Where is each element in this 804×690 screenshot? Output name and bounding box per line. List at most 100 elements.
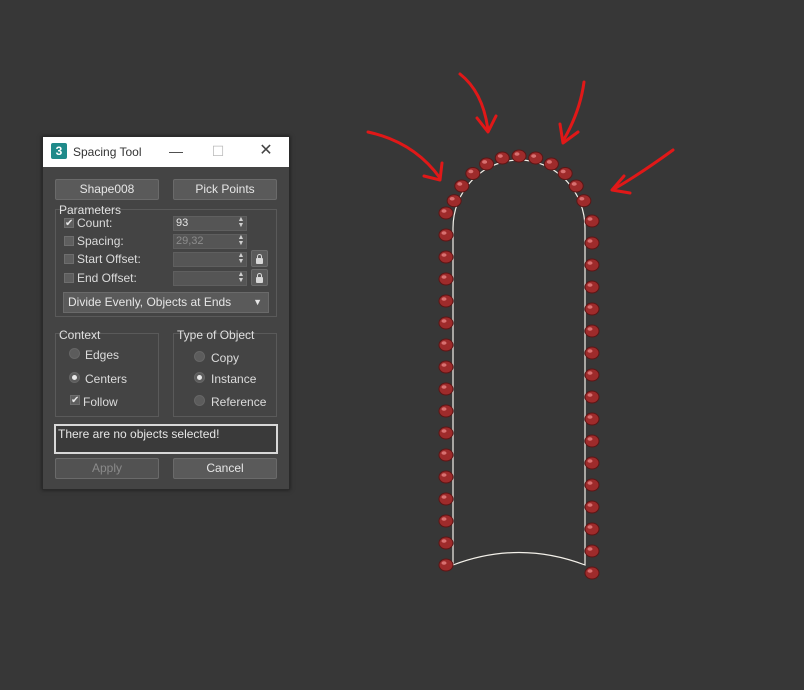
bead bbox=[584, 566, 600, 580]
copy-label: Copy bbox=[211, 351, 240, 365]
spinner-arrows-icon[interactable]: ▲ ▼ bbox=[237, 252, 245, 266]
apply-button[interactable]: Apply bbox=[55, 458, 159, 479]
bead bbox=[584, 368, 600, 382]
edges-radio[interactable] bbox=[69, 348, 80, 359]
bead bbox=[584, 456, 600, 470]
bead-highlight bbox=[587, 525, 593, 529]
pick-points-button[interactable]: Pick Points bbox=[173, 179, 277, 200]
bead bbox=[438, 536, 454, 550]
spinner-arrows-icon[interactable]: ▲ ▼ bbox=[237, 234, 245, 248]
bead bbox=[584, 258, 600, 272]
bead-highlight bbox=[587, 503, 593, 507]
bead bbox=[584, 324, 600, 338]
bead-highlight bbox=[571, 182, 577, 186]
spinner-arrows-icon[interactable]: ▲ ▼ bbox=[237, 216, 245, 230]
bead-highlight bbox=[531, 154, 537, 158]
bead-highlight bbox=[497, 154, 503, 158]
spacing-label: Spacing: bbox=[77, 234, 124, 248]
cancel-button[interactable]: Cancel bbox=[173, 458, 277, 479]
bead bbox=[584, 346, 600, 360]
minimize-icon[interactable]: — bbox=[165, 141, 187, 161]
start-offset-checkbox[interactable] bbox=[64, 254, 74, 264]
bead bbox=[438, 294, 454, 308]
parameters-title: Parameters bbox=[59, 203, 122, 217]
bead-highlight bbox=[441, 363, 447, 367]
bead bbox=[438, 382, 454, 396]
reference-radio[interactable] bbox=[194, 395, 205, 406]
bead bbox=[576, 194, 592, 208]
title-bar[interactable]: 3 Spacing Tool — ☐ ✕ bbox=[43, 137, 289, 167]
type-of-object-title: Type of Object bbox=[177, 328, 255, 342]
bead bbox=[438, 470, 454, 484]
end-offset-checkbox[interactable] bbox=[64, 273, 74, 283]
start-offset-lock-icon[interactable] bbox=[251, 250, 268, 267]
spinner-arrows-icon[interactable]: ▲ ▼ bbox=[237, 271, 245, 285]
bead-highlight bbox=[587, 437, 593, 441]
end-offset-spinner[interactable]: ▲ ▼ bbox=[173, 271, 247, 286]
bead bbox=[584, 478, 600, 492]
spacing-checkbox[interactable] bbox=[64, 236, 74, 246]
bead bbox=[584, 236, 600, 250]
bead-highlight bbox=[441, 561, 447, 565]
centers-radio[interactable] bbox=[69, 372, 80, 383]
follow-checkbox[interactable]: ✔ bbox=[70, 395, 80, 406]
spacing-value: 29,32 bbox=[176, 235, 204, 247]
bead bbox=[584, 280, 600, 294]
bead-highlight bbox=[441, 451, 447, 455]
count-spinner[interactable]: 93 ▲ ▼ bbox=[173, 216, 247, 231]
dialog-title: Spacing Tool bbox=[73, 145, 142, 159]
arrow-2 bbox=[458, 72, 498, 134]
bead bbox=[479, 157, 495, 171]
bead-highlight bbox=[457, 182, 463, 186]
instance-radio[interactable] bbox=[194, 372, 205, 383]
end-offset-label: End Offset: bbox=[77, 271, 137, 285]
bead-highlight bbox=[441, 385, 447, 389]
arrow-3 bbox=[558, 80, 586, 145]
bead bbox=[438, 316, 454, 330]
close-icon[interactable]: ✕ bbox=[255, 141, 277, 161]
bead bbox=[584, 412, 600, 426]
bead bbox=[584, 214, 600, 228]
spacing-tool-dialog: 3 Spacing Tool — ☐ ✕ Shape008 Pick Point… bbox=[42, 136, 290, 490]
bead bbox=[568, 179, 584, 193]
bead-highlight bbox=[482, 160, 488, 164]
bead-highlight bbox=[441, 473, 447, 477]
bead bbox=[584, 302, 600, 316]
bead bbox=[438, 404, 454, 418]
bead-highlight bbox=[587, 327, 593, 331]
bead-highlight bbox=[441, 209, 447, 213]
bead bbox=[446, 194, 462, 208]
copy-radio[interactable] bbox=[194, 351, 205, 362]
maximize-icon[interactable]: ☐ bbox=[207, 141, 229, 161]
start-offset-spinner[interactable]: ▲ ▼ bbox=[173, 252, 247, 267]
bead bbox=[438, 514, 454, 528]
context-title: Context bbox=[59, 328, 101, 342]
bead bbox=[465, 166, 481, 180]
bead-highlight bbox=[441, 297, 447, 301]
bead-highlight bbox=[587, 459, 593, 463]
bead bbox=[438, 492, 454, 506]
bead-highlight bbox=[441, 407, 447, 411]
bead-highlight bbox=[441, 341, 447, 345]
spline-shape bbox=[452, 159, 586, 566]
bead-highlight bbox=[587, 371, 593, 375]
bead bbox=[494, 151, 510, 165]
bead-highlight bbox=[587, 393, 593, 397]
count-checkbox[interactable]: ✔ bbox=[64, 218, 74, 229]
end-offset-lock-icon[interactable] bbox=[251, 269, 268, 286]
bead bbox=[584, 544, 600, 558]
spacing-spinner[interactable]: 29,32 ▲ ▼ bbox=[173, 234, 247, 249]
bead-highlight bbox=[441, 495, 447, 499]
count-value: 93 bbox=[176, 217, 189, 229]
bead-highlight bbox=[441, 539, 447, 543]
bead-highlight bbox=[546, 160, 552, 164]
bead bbox=[438, 272, 454, 286]
bead bbox=[511, 149, 527, 163]
bead-highlight bbox=[441, 275, 447, 279]
bead-highlight bbox=[441, 517, 447, 521]
bead bbox=[584, 522, 600, 536]
bead bbox=[438, 360, 454, 374]
bead-highlight bbox=[514, 152, 520, 156]
distribution-dropdown[interactable]: Divide Evenly, Objects at Ends ▼ bbox=[63, 292, 269, 313]
pick-path-button[interactable]: Shape008 bbox=[55, 179, 159, 200]
